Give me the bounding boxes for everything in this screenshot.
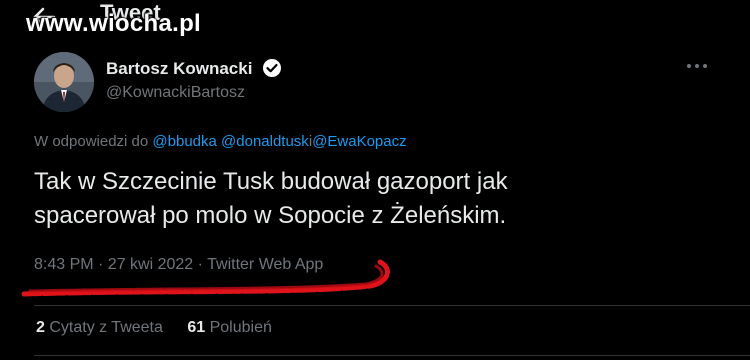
watermark: www.wiocha.pl [26, 10, 202, 37]
tweet-text-line: spacerował po molo w Sopocie z Żeleńskim… [34, 202, 507, 229]
author-handle[interactable]: @KownackiBartosz [106, 84, 245, 102]
tweet-text: Tak w Szczecinie Tusk budował gazoport j… [34, 165, 694, 233]
tweet-stats: 2 Cytaty z Tweeta 61 Polubień [36, 319, 292, 337]
reply-context: W odpowiedzi do @bbudka @donaldtuski@Ewa… [34, 133, 407, 150]
red-scribble-annotation [21, 259, 390, 297]
mention-link[interactable]: @donaldtusk [221, 133, 309, 150]
author-name[interactable]: Bartosz Kownacki [106, 59, 252, 79]
avatar-image [34, 52, 94, 112]
divider [34, 355, 750, 356]
avatar[interactable] [34, 52, 94, 112]
quotes-label: Cytaty z Tweeta [49, 319, 163, 336]
top-bar: Tweet www.wiocha.pl [0, 0, 750, 50]
mention-link[interactable]: @bbudka [152, 133, 216, 150]
reply-prefix: W odpowiedzi do [34, 133, 149, 150]
mention-link[interactable]: @EwaKopacz [312, 133, 406, 150]
verified-badge-icon [263, 59, 281, 77]
divider [34, 305, 750, 306]
likes-count: 61 [187, 319, 206, 336]
quotes-count: 2 [36, 319, 45, 336]
likes-label: Polubień [209, 319, 272, 336]
likes-link[interactable]: 61 Polubień [187, 319, 272, 337]
more-horizontal-icon[interactable] [684, 56, 710, 76]
quote-tweets-link[interactable]: 2 Cytaty z Tweeta [36, 319, 163, 337]
tweet-text-line: Tak w Szczecinie Tusk budował gazoport j… [34, 168, 508, 195]
